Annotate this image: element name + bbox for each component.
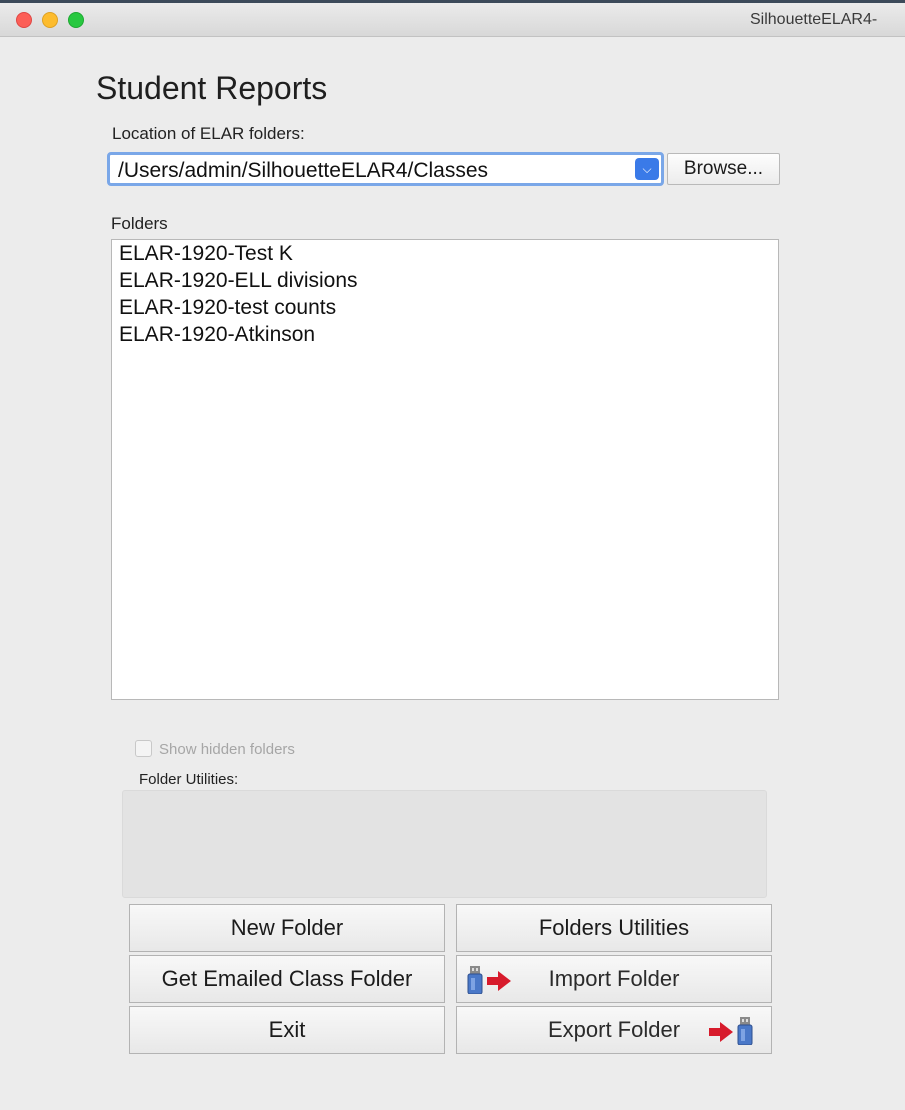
list-item[interactable]: ELAR-1920-ELL divisions [112,267,778,294]
minimize-window-button[interactable] [42,12,58,28]
list-item[interactable]: ELAR-1920-Atkinson [112,321,778,348]
exit-label: Exit [268,1017,306,1042]
window-title: SilhouetteELAR4- [750,11,878,28]
get-emailed-label: Get Emailed Class Folder [161,966,413,991]
folder-utilities-label: Folder Utilities: [139,771,239,788]
location-path-select[interactable]: /Users/admin/SilhouetteELAR4/Classes ⌵ [107,152,664,186]
show-hidden-checkbox[interactable] [135,740,152,757]
folders-utilities-button[interactable]: Folders Utilities [456,904,772,952]
folder-utilities-panel [122,790,767,898]
list-item[interactable]: ELAR-1920-Test K [112,240,778,267]
exit-button[interactable]: Exit [129,1006,445,1054]
folders-list[interactable]: ELAR-1920-Test K ELAR-1920-ELL divisions… [111,239,779,700]
import-folder-button[interactable]: Import Folder [456,955,772,1003]
show-hidden-label: Show hidden folders [159,741,295,758]
title-bar: SilhouetteELAR4- [0,0,905,37]
location-path-value: /Users/admin/SilhouetteELAR4/Classes [118,159,489,182]
zoom-window-button[interactable] [68,12,84,28]
browse-button[interactable]: Browse... [667,153,780,185]
get-emailed-class-folder-button[interactable]: Get Emailed Class Folder [129,955,445,1003]
chevron-down-icon[interactable]: ⌵ [635,158,659,180]
page-title: Student Reports [96,70,328,106]
new-folder-button[interactable]: New Folder [129,904,445,952]
export-folder-label: Export Folder [547,1017,681,1042]
arrow-usb-drive-out-icon [709,1017,753,1045]
list-item[interactable]: ELAR-1920-test counts [112,294,778,321]
close-window-button[interactable] [16,12,32,28]
export-folder-button[interactable]: Export Folder [456,1006,772,1054]
folders-label: Folders [111,214,168,233]
import-folder-label: Import Folder [548,966,680,991]
usb-drive-arrow-in-icon [467,966,511,994]
new-folder-label: New Folder [230,915,344,940]
location-label: Location of ELAR folders: [112,124,305,143]
folders-utilities-label: Folders Utilities [538,915,690,940]
